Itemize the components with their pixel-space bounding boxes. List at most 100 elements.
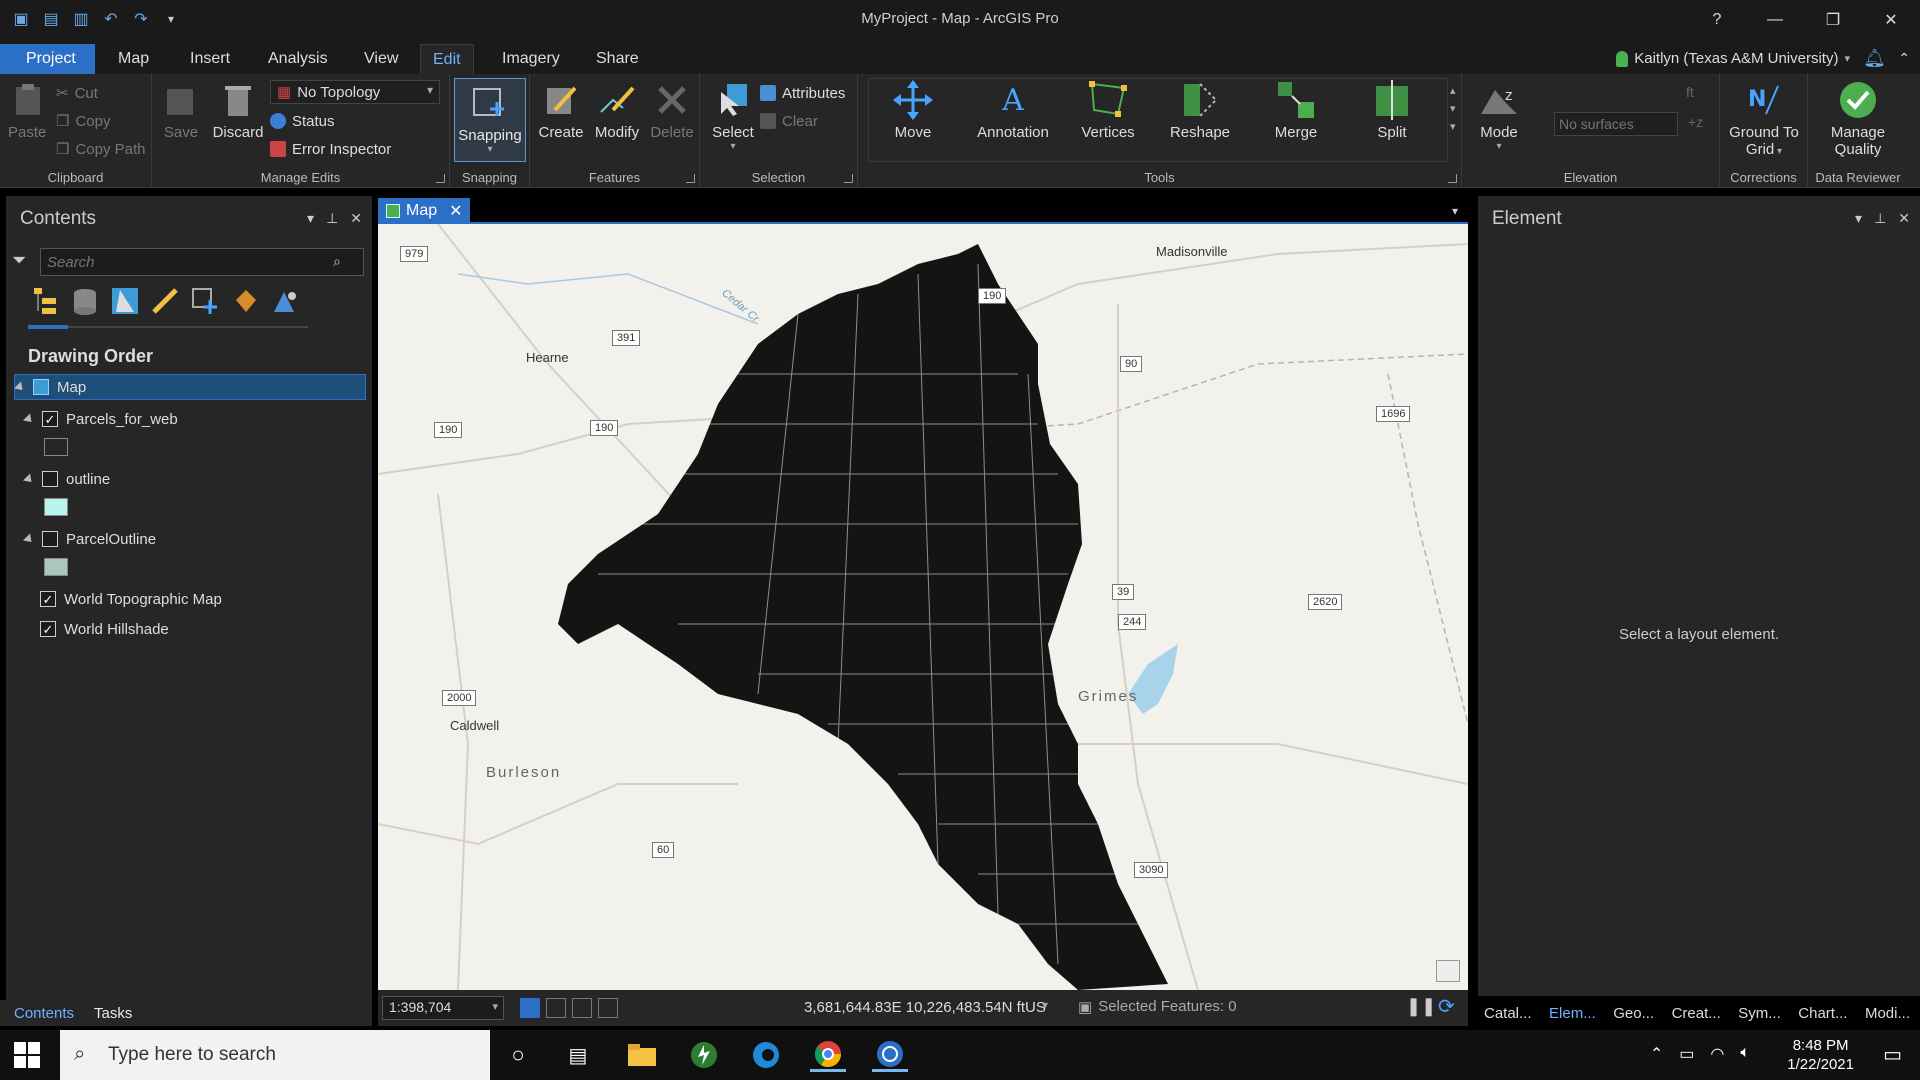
cortana-icon[interactable]: ○ [500, 1038, 536, 1072]
search-icon[interactable]: ⌕ [333, 253, 341, 270]
arcgis-pro-taskbar-icon[interactable] [872, 1038, 908, 1072]
tools-launcher[interactable] [1448, 174, 1457, 183]
close-pane-icon[interactable]: ✕ [350, 210, 362, 227]
wifi-icon[interactable]: ◠ [1710, 1044, 1724, 1064]
modify-button[interactable]: Modify [592, 80, 642, 141]
tab-chart-properties[interactable]: Chart... [1798, 1005, 1847, 1022]
toc-layer-world-hillshade[interactable]: ✓ World Hillshade [40, 616, 169, 642]
notification-icon[interactable]: 🔔︎ [1863, 48, 1886, 69]
grid-icon[interactable] [572, 998, 592, 1018]
tab-share[interactable]: Share [584, 44, 651, 74]
save-edits-button[interactable]: Save [160, 80, 202, 141]
layer-visibility-checkbox[interactable]: ✓ [40, 621, 56, 637]
status-button[interactable]: Status [270, 110, 335, 132]
clear-selection-button[interactable]: Clear [760, 110, 818, 132]
error-inspector-button[interactable]: Error Inspector [270, 138, 391, 160]
refresh-icon[interactable]: ⟳ [1438, 994, 1455, 1019]
map-scale-dropdown[interactable]: 1:398,704 [382, 996, 504, 1020]
expand-toggle-icon[interactable] [22, 472, 36, 486]
layer-visibility-checkbox[interactable]: ✓ [42, 411, 58, 427]
annotation-tool-button[interactable]: A Annotation [970, 80, 1056, 142]
tab-edit[interactable]: Edit [420, 44, 474, 74]
manage-quality-button[interactable]: Manage Quality [1816, 80, 1900, 158]
pane-menu-icon[interactable]: ▾ [1855, 210, 1862, 227]
tab-create-features[interactable]: Creat... [1672, 1005, 1721, 1022]
snapping-button[interactable]: Snapping ▾ [454, 78, 526, 162]
pin-icon[interactable]: ⊥ [326, 210, 338, 227]
coordinate-format-dropdown[interactable]: ▾ [1042, 998, 1048, 1012]
outline-symbol-swatch[interactable] [44, 498, 68, 516]
north-arrow-icon[interactable] [598, 998, 618, 1018]
help-icon[interactable]: ? [1688, 6, 1746, 34]
tab-map[interactable]: Map [106, 44, 161, 74]
layer-visibility-checkbox[interactable]: ✓ [40, 591, 56, 607]
map-notes-icon[interactable] [1436, 960, 1460, 982]
surfaces-input[interactable] [1554, 112, 1678, 136]
minimize-icon[interactable]: — [1746, 6, 1804, 34]
delete-button[interactable]: Delete [648, 80, 696, 141]
list-by-snapping-icon[interactable] [190, 286, 220, 316]
tab-element[interactable]: Elem... [1549, 1005, 1596, 1022]
tab-view[interactable]: View [352, 44, 410, 74]
fixed-zoom-icon[interactable] [520, 998, 540, 1018]
toc-layer-outline[interactable]: outline [22, 466, 110, 492]
attributes-button[interactable]: Attributes [760, 82, 845, 104]
selected-features-readout[interactable]: ▣ Selected Features: 0 [1078, 998, 1237, 1016]
topology-dropdown[interactable]: ▦ No Topology [270, 80, 440, 104]
restore-icon[interactable]: ❐ [1804, 6, 1862, 34]
tab-tasks[interactable]: Tasks [94, 1005, 132, 1022]
expand-toggle-icon[interactable] [13, 380, 27, 394]
notifications-icon[interactable]: ▭ [1883, 1042, 1902, 1067]
map-tab-menu-icon[interactable]: ▾ [1452, 204, 1458, 218]
contents-search-input[interactable] [41, 249, 321, 275]
expand-toggle-icon[interactable] [22, 412, 36, 426]
task-view-icon[interactable]: ▤ [560, 1038, 596, 1072]
taskbar-search[interactable]: ⌕ Type here to search [60, 1030, 490, 1080]
parcel-outline-symbol-swatch[interactable] [44, 558, 68, 576]
tab-symbology[interactable]: Sym... [1738, 1005, 1781, 1022]
tab-insert[interactable]: Insert [178, 44, 242, 74]
user-account[interactable]: Kaitlyn (Texas A&M University) ▾ [1616, 50, 1850, 67]
copy-path-button[interactable]: ❐ Copy Path [56, 138, 146, 160]
app-green-icon[interactable] [686, 1038, 722, 1072]
expand-toggle-icon[interactable] [22, 532, 36, 546]
show-hidden-icons[interactable]: ⌃ [1650, 1044, 1663, 1064]
volume-icon[interactable]: 🔈︎ [1740, 1044, 1750, 1064]
layer-visibility-checkbox[interactable] [42, 471, 58, 487]
collapse-ribbon-icon[interactable]: ⌃ [1898, 50, 1910, 67]
create-button[interactable]: Create [538, 80, 584, 141]
list-by-data-source-icon[interactable] [70, 286, 100, 316]
tab-project[interactable]: Project [0, 44, 95, 74]
tab-contents[interactable]: Contents [14, 1005, 74, 1022]
toc-layer-parcel-outline[interactable]: ParcelOutline [22, 526, 156, 552]
reshape-tool-button[interactable]: Reshape [1164, 80, 1236, 141]
move-tool-button[interactable]: Move [878, 80, 948, 141]
merge-tool-button[interactable]: Merge [1260, 80, 1332, 141]
paste-button[interactable]: Paste [8, 80, 46, 141]
tab-catalog[interactable]: Catal... [1484, 1005, 1532, 1022]
file-explorer-icon[interactable] [624, 1038, 660, 1072]
vertices-tool-button[interactable]: Vertices [1072, 80, 1144, 141]
features-launcher[interactable] [686, 174, 695, 183]
layer-visibility-checkbox[interactable] [42, 531, 58, 547]
ground-to-grid-button[interactable]: N Ground To Grid ▾ [1724, 80, 1804, 158]
pane-menu-icon[interactable]: ▾ [307, 210, 314, 227]
copy-button[interactable]: ❐ Copy [56, 110, 110, 132]
close-icon[interactable]: ✕ [1862, 6, 1920, 34]
pin-icon[interactable]: ⊥ [1874, 210, 1886, 227]
close-pane-icon[interactable]: ✕ [1898, 210, 1910, 227]
close-map-tab-icon[interactable]: ✕ [449, 201, 462, 221]
list-by-editing-icon[interactable] [150, 286, 180, 316]
parcels-symbol-swatch[interactable] [44, 438, 68, 456]
selection-launcher[interactable] [844, 174, 853, 183]
toc-layer-parcels-for-web[interactable]: ✓ Parcels_for_web [22, 406, 178, 432]
split-tool-button[interactable]: Split [1356, 80, 1428, 141]
list-by-selection-icon[interactable] [110, 286, 140, 316]
tools-gallery-scroll[interactable]: ▴ ▾ ▾ [1450, 82, 1456, 136]
list-by-labeling-icon[interactable] [230, 286, 260, 316]
chrome-browser-icon[interactable] [810, 1038, 846, 1072]
tab-modify-features[interactable]: Modi... [1865, 1005, 1910, 1022]
toc-layer-world-topographic-map[interactable]: ✓ World Topographic Map [40, 586, 222, 612]
pause-drawing-icon[interactable]: ❚❚ [1406, 996, 1436, 1017]
manage-edits-launcher[interactable] [436, 174, 445, 183]
